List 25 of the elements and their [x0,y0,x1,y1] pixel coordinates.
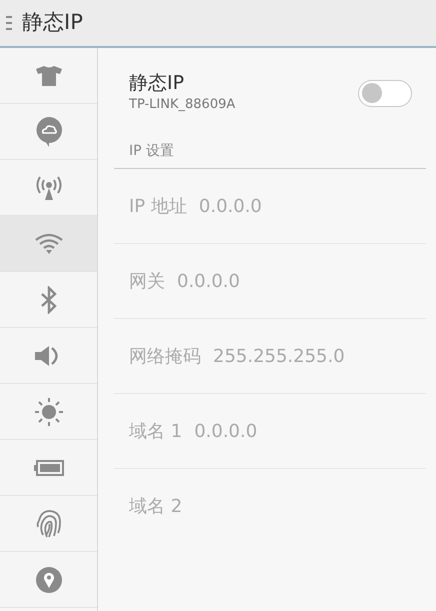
brightness-icon [34,398,62,426]
field-label: 网络掩码 [129,344,201,368]
field-label: 网关 [129,270,165,294]
battery-icon [34,460,64,476]
field-value: 255.255.255.0 [213,344,345,368]
network-name: TP-LINK_88609A [129,96,236,114]
wifi-icon [34,232,64,254]
field-label: 域名 1 [129,420,182,444]
fingerprint-icon [34,508,62,538]
location-pin-icon [36,566,62,592]
cloud-pin-icon [36,116,62,146]
bluetooth-icon [40,286,58,314]
static-ip-title: 静态IP [129,71,186,96]
field-label: IP 地址 [129,194,187,218]
hotspot-icon [34,176,64,200]
page-title: 静态IP [22,9,83,36]
sidebar-item[interactable] [0,216,97,272]
field-value: 0.0.0.0 [194,420,258,444]
field-label: 域名 2 [129,495,182,519]
static-ip-toggle[interactable] [358,80,412,106]
shirt-icon [36,66,62,86]
field-value: 0.0.0.0 [177,270,240,294]
field-value: 0.0.0.0 [198,194,262,218]
section-header: IP 设置 [129,143,174,159]
menu-icon[interactable] [6,16,12,30]
